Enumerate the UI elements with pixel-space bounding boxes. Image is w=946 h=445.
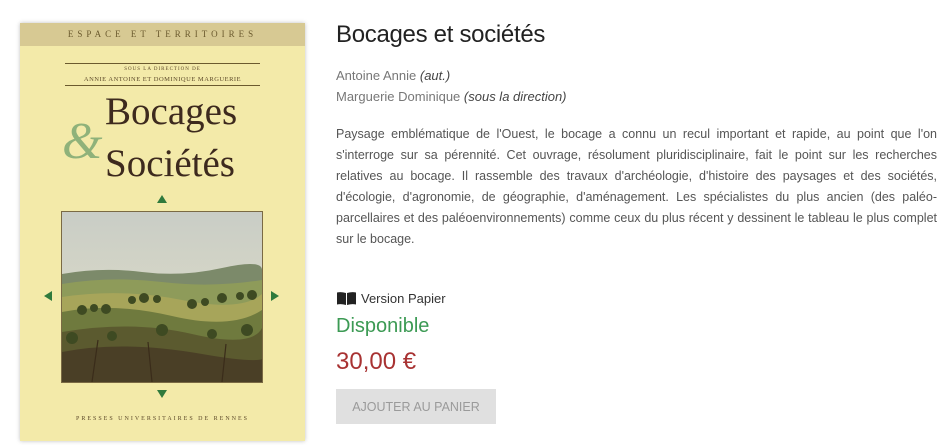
cover-landscape-photo xyxy=(61,211,263,383)
cut-off-content xyxy=(336,437,536,445)
contributor-role: (sous la direction) xyxy=(463,89,567,104)
product-page: Espace et territoires Sous la direction … xyxy=(0,0,946,445)
cover-series: Espace et territoires xyxy=(67,29,258,39)
cover-title-line1: Bocages xyxy=(105,90,238,133)
cover-arrow-left-icon xyxy=(44,291,52,301)
cover-publisher: Presses universitaires de Rennes xyxy=(75,416,250,422)
availability-status: Disponible xyxy=(336,315,430,337)
cover-divider xyxy=(65,85,260,86)
contributor: Antoine Annie (aut.) xyxy=(336,68,450,83)
cover-arrow-up-icon xyxy=(157,195,167,203)
contributor-role: (aut.) xyxy=(419,68,451,83)
version-label: Version Papier xyxy=(361,291,446,306)
cover-arrow-right-icon xyxy=(271,291,279,301)
cover-direction-names: Annie Antoine et Dominique Marguerie xyxy=(83,76,242,83)
cover-title-ampersand: & xyxy=(62,113,103,170)
price: 30,00 € xyxy=(336,348,417,375)
cover-direction-label: Sous la direction de xyxy=(124,67,201,72)
version-label-row: Version Papier xyxy=(336,291,446,306)
book-description: Paysage emblématique de l'Ouest, le boca… xyxy=(336,127,937,246)
cover-series-band: Espace et territoires xyxy=(20,23,305,46)
contributor: Marguerie Dominique (sous la direction) xyxy=(336,89,567,104)
contributor-name[interactable]: Marguerie Dominique xyxy=(336,89,460,104)
cover-arrow-down-icon xyxy=(157,390,167,398)
open-book-icon xyxy=(337,292,356,305)
book-title: Bocages et sociétés xyxy=(336,21,546,48)
book-cover[interactable]: Espace et territoires Sous la direction … xyxy=(20,23,305,441)
cover-divider xyxy=(65,63,260,64)
add-to-cart-button[interactable]: Ajouter au panier xyxy=(336,389,496,424)
contributor-name[interactable]: Antoine Annie xyxy=(336,68,416,83)
cover-title-line2: Sociétés xyxy=(105,142,235,185)
